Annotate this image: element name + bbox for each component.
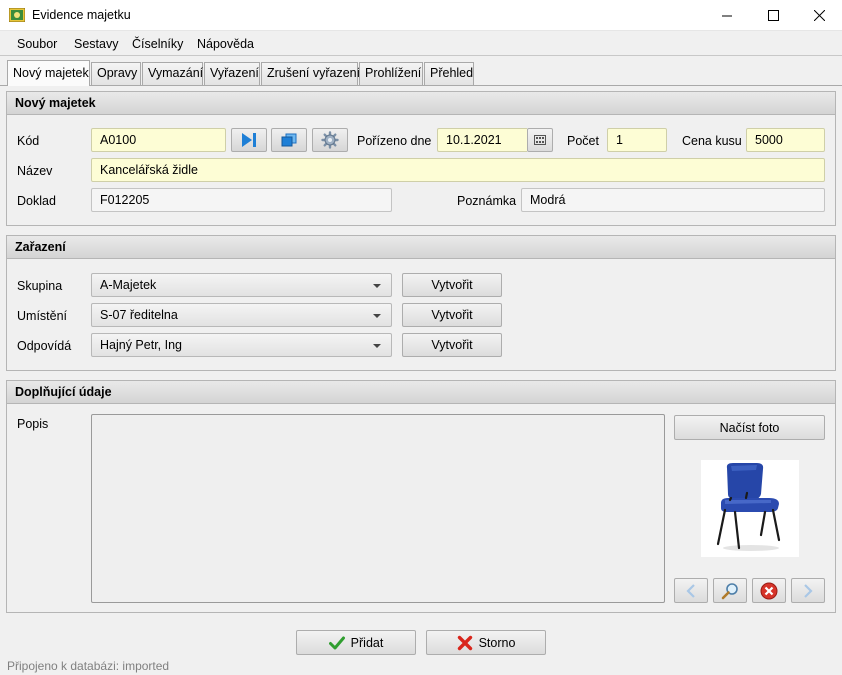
asset-photo: [701, 460, 799, 557]
maximize-icon: [767, 10, 779, 21]
section-header: Doplňující údaje: [7, 381, 835, 404]
cancel-button[interactable]: Storno: [426, 630, 546, 655]
calendar-icon: [534, 135, 546, 145]
create-umisteni-button[interactable]: Vytvořit: [402, 303, 502, 327]
section-header: Nový majetek: [7, 92, 835, 115]
tab-novy-majetek[interactable]: Nový majetek: [7, 60, 90, 86]
close-icon: [813, 10, 825, 21]
pocet-input[interactable]: 1: [607, 128, 667, 152]
umisteni-label: Umístění: [17, 309, 68, 323]
minimize-icon: [721, 15, 732, 17]
date-picker-button[interactable]: [527, 128, 553, 152]
copy-icon: [281, 133, 297, 147]
doklad-label: Doklad: [17, 194, 56, 208]
nazev-input[interactable]: Kancelářská židle: [91, 158, 825, 182]
chevron-down-icon: [373, 284, 381, 288]
odpovida-value: Hajný Petr, Ing: [100, 338, 182, 352]
cena-label: Cena kusu: [682, 134, 742, 148]
magnifier-icon: [721, 582, 738, 599]
cancel-button-label: Storno: [478, 635, 516, 650]
title-bar: Evidence majetku: [0, 0, 842, 31]
status-text: Připojeno k databázi: imported: [7, 659, 170, 673]
tab-vyrazeni[interactable]: Vyřazení: [204, 62, 260, 85]
tab-prehled[interactable]: Přehled: [424, 62, 474, 85]
kod-label: Kód: [17, 134, 40, 148]
umisteni-value: S-07 ředitelna: [100, 308, 178, 322]
menu-soubor[interactable]: Soubor: [17, 37, 57, 51]
tab-prohlizeni[interactable]: Prohlížení: [359, 62, 423, 85]
umisteni-select[interactable]: S-07 ředitelna: [91, 303, 392, 327]
app-icon: [9, 8, 25, 22]
menu-napoveda[interactable]: Nápověda: [197, 37, 254, 51]
doklad-input[interactable]: F012205: [91, 188, 392, 212]
skupina-select[interactable]: A-Majetek: [91, 273, 392, 297]
chair-photo-icon: [716, 463, 781, 551]
skupina-label: Skupina: [17, 279, 63, 293]
menu-sestavy[interactable]: Sestavy: [74, 37, 118, 51]
gear-icon: [321, 131, 339, 149]
next-code-button[interactable]: [231, 128, 267, 152]
chevron-down-icon: [373, 344, 381, 348]
menu-ciselniky[interactable]: Číselníky: [132, 37, 183, 51]
skip-next-icon: [242, 133, 256, 147]
porizeno-label: Pořízeno dne: [357, 134, 432, 148]
poznamka-label: Poznámka: [457, 194, 517, 208]
chevron-right-icon: [804, 583, 813, 598]
delete-icon: [760, 582, 778, 599]
window-title: Evidence majetku: [32, 8, 131, 22]
tab-vymazani[interactable]: Vymazání: [142, 62, 203, 85]
minimize-button[interactable]: [704, 0, 750, 31]
cross-icon: [457, 635, 472, 650]
load-photo-button[interactable]: Načíst foto: [674, 415, 825, 440]
tab-zruseni-vyrazeni[interactable]: Zrušení vyřazení: [261, 62, 360, 85]
settings-button[interactable]: [312, 128, 348, 152]
section-header: Zařazení: [7, 236, 835, 259]
create-skupina-button[interactable]: Vytvořit: [402, 273, 502, 297]
poznamka-input[interactable]: Modrá: [521, 188, 825, 212]
pocet-label: Počet: [567, 134, 599, 148]
popis-label: Popis: [17, 417, 49, 431]
nazev-label: Název: [17, 164, 53, 178]
close-button[interactable]: [796, 0, 842, 31]
popis-textarea[interactable]: [91, 414, 665, 603]
skupina-value: A-Majetek: [100, 278, 157, 292]
chevron-down-icon: [373, 314, 381, 318]
porizeno-input[interactable]: 10.1.2021: [437, 128, 527, 152]
previous-photo-button[interactable]: [674, 578, 708, 603]
odpovida-label: Odpovídá: [17, 339, 72, 353]
chevron-left-icon: [686, 583, 695, 598]
kod-input[interactable]: A0100: [91, 128, 226, 152]
menu-bar: Soubor Sestavy Číselníky Nápověda: [0, 32, 842, 56]
cena-input[interactable]: 5000: [746, 128, 825, 152]
tab-opravy[interactable]: Opravy: [91, 62, 141, 85]
add-button[interactable]: Přidat: [296, 630, 416, 655]
next-photo-button[interactable]: [791, 578, 825, 603]
create-odpovida-button[interactable]: Vytvořit: [402, 333, 502, 357]
odpovida-select[interactable]: Hajný Petr, Ing: [91, 333, 392, 357]
add-button-label: Přidat: [350, 635, 384, 650]
maximize-button[interactable]: [750, 0, 796, 31]
delete-photo-button[interactable]: [752, 578, 786, 603]
copy-button[interactable]: [271, 128, 307, 152]
zoom-photo-button[interactable]: [713, 578, 747, 603]
checkmark-icon: [328, 636, 345, 649]
